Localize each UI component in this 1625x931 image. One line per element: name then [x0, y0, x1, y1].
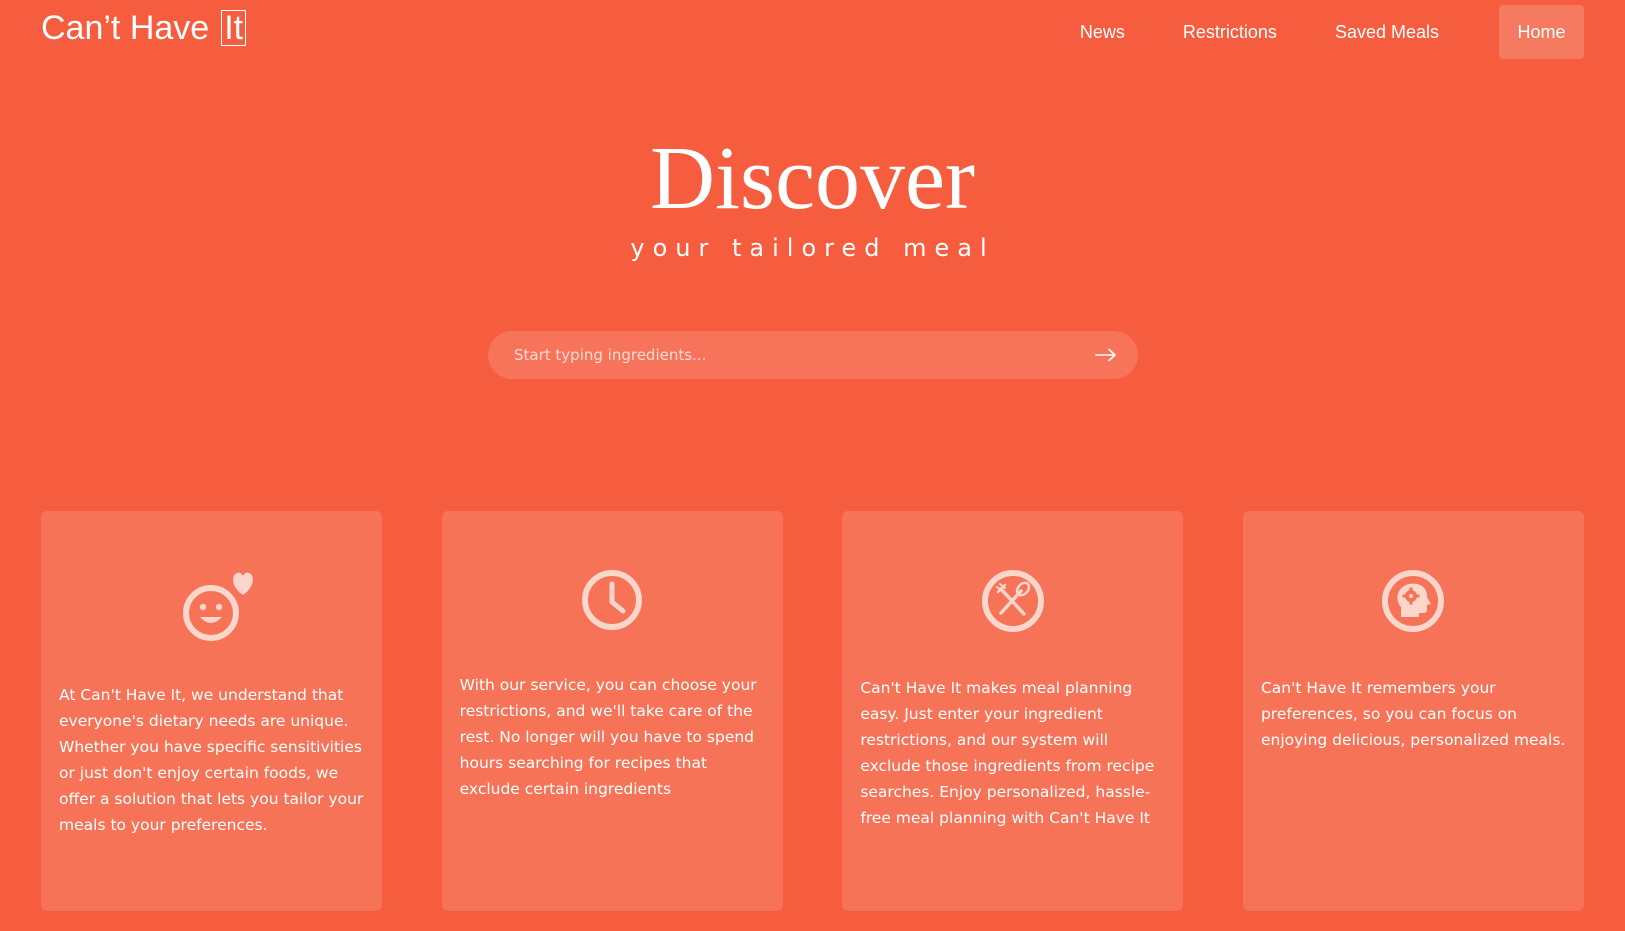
- feature-card-meal-planning: Can't Have It makes meal planning easy. …: [842, 511, 1184, 911]
- hero-title: Discover: [650, 129, 975, 228]
- clock-icon: [582, 570, 643, 630]
- feature-card-restrictions: With our service, you can choose your re…: [441, 511, 783, 911]
- feature-cards: At Can't Have It, we understand that eve…: [41, 511, 1584, 911]
- feature-card-text: With our service, you can choose your re…: [459, 676, 757, 798]
- ingredient-search-bar: [488, 331, 1138, 379]
- feature-card-preferences: Can't Have It remembers your preferences…: [1242, 511, 1584, 911]
- head-puzzle-icon: [1382, 570, 1445, 632]
- nav-saved-meals[interactable]: Saved Meals: [1335, 22, 1439, 43]
- top-nav: News Restrictions Saved Meals Home: [1022, 5, 1584, 59]
- feature-card-text: At Can't Have It, we understand that eve…: [59, 686, 364, 834]
- nav-news[interactable]: News: [1080, 22, 1125, 43]
- feature-card-text: Can't Have It makes meal planning easy. …: [860, 679, 1155, 827]
- feature-card-unique-needs: At Can't Have It, we understand that eve…: [41, 511, 382, 911]
- ingredient-search-input[interactable]: [512, 345, 1094, 365]
- logo-box-text: It: [221, 10, 247, 46]
- logo-text: Can’t Have: [41, 8, 210, 47]
- fork-spoon-icon: [981, 570, 1044, 632]
- feature-card-text: Can't Have It remembers your preferences…: [1260, 679, 1566, 749]
- nav-home[interactable]: Home: [1499, 5, 1584, 59]
- nav-restrictions[interactable]: Restrictions: [1183, 22, 1277, 43]
- smiley-heart-icon: [182, 572, 253, 641]
- site-logo[interactable]: Can’t Have It: [41, 8, 247, 48]
- hero-subtitle: your tailored meal: [630, 234, 995, 262]
- arrow-right-icon[interactable]: [1094, 343, 1118, 367]
